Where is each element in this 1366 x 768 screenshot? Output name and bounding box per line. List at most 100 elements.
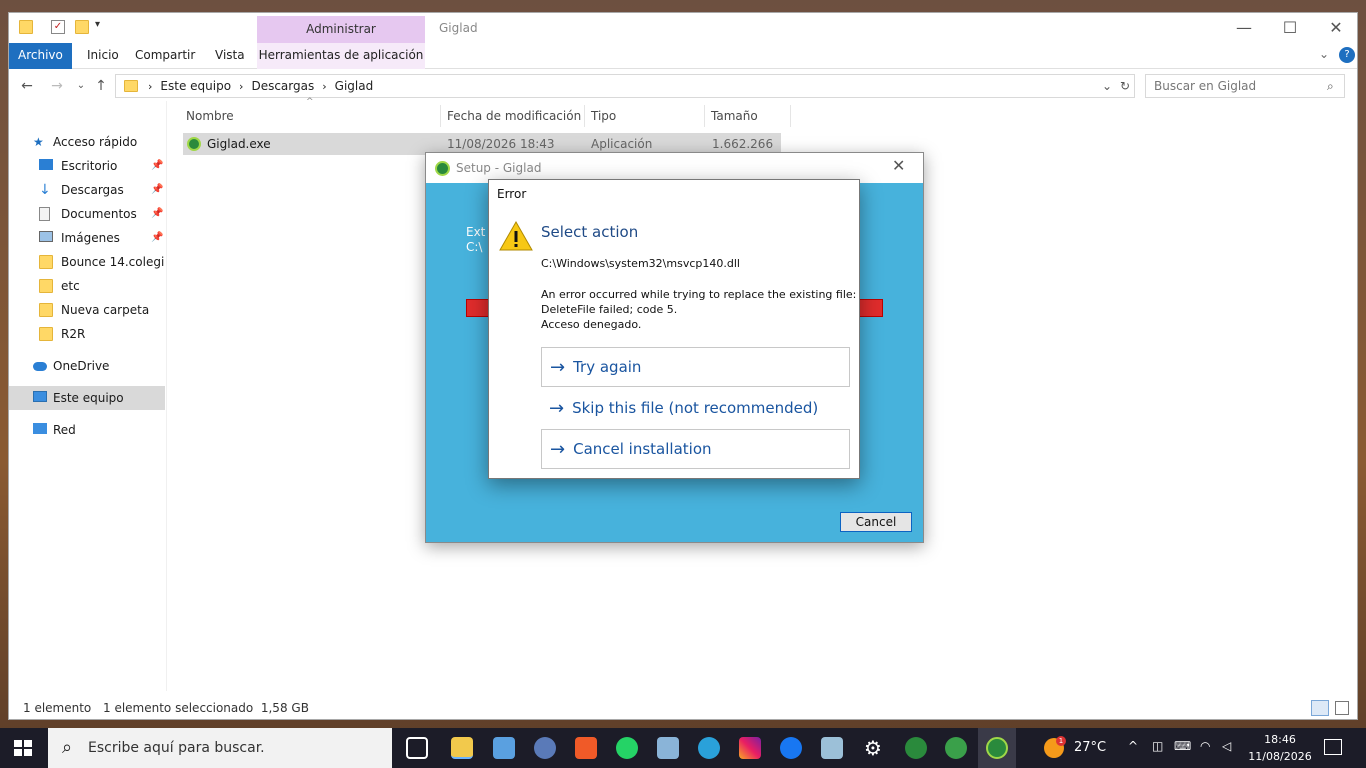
title-bar: ✓ ▾ Administrar Giglad — ☐ ✕: [9, 13, 1357, 43]
column-headers: Nombre ^ Fecha de modificación Tipo Tama…: [184, 97, 794, 127]
nav-item-r2r[interactable]: R2R: [39, 322, 195, 346]
tab-compartir[interactable]: Compartir: [121, 43, 209, 69]
file-explorer-icon[interactable]: [451, 737, 473, 759]
back-icon[interactable]: ←: [17, 76, 37, 96]
error-message: An error occurred while trying to replac…: [541, 288, 857, 331]
task-view-icon[interactable]: [406, 737, 428, 759]
app-icon[interactable]: [493, 737, 515, 759]
meet-icon[interactable]: ◫: [1152, 739, 1163, 753]
tiles-view-icon[interactable]: [1335, 701, 1349, 715]
whatsapp-icon[interactable]: [616, 737, 638, 759]
nav-item-bounce[interactable]: Bounce 14.colegiala: [39, 250, 165, 274]
tab-herramientas[interactable]: Herramientas de aplicación: [257, 43, 425, 69]
maximize-button[interactable]: ☐: [1267, 13, 1313, 43]
windows-start-icon[interactable]: [14, 740, 32, 756]
nav-item-imagenes[interactable]: Imágenes 📌: [39, 226, 195, 250]
error-dialog: Error Select action C:\Windows\system32\…: [488, 179, 860, 479]
tab-archivo[interactable]: Archivo: [9, 43, 72, 69]
magnifier-app-icon[interactable]: [657, 737, 679, 759]
setup-status: Ext C:\: [466, 225, 486, 254]
minimize-button[interactable]: —: [1221, 13, 1267, 43]
chevron-right-icon: ›: [148, 79, 153, 93]
telegram-icon[interactable]: [698, 737, 720, 759]
wifi-icon[interactable]: ◠: [1200, 739, 1210, 753]
nav-item-etc[interactable]: etc: [39, 274, 195, 298]
refresh-icon[interactable]: ↻: [1120, 79, 1130, 93]
search-input[interactable]: Buscar en Giglad: [1145, 74, 1345, 98]
clock[interactable]: 18:46 11/08/2026: [1248, 731, 1312, 765]
folder-icon: [124, 80, 138, 92]
forward-icon[interactable]: →: [47, 76, 67, 96]
document-icon: [39, 207, 50, 221]
computer-icon: [33, 391, 47, 402]
desktop-icon: [39, 159, 53, 170]
nav-item-red[interactable]: Red: [33, 418, 189, 442]
taskbar-search-input[interactable]: Escribe aquí para buscar.: [48, 728, 392, 768]
keyboard-icon[interactable]: ⌨: [1174, 739, 1191, 753]
giglad-setup-taskbar-icon[interactable]: [986, 737, 1008, 759]
chevron-right-icon: ›: [322, 79, 327, 93]
tab-vista[interactable]: Vista: [201, 43, 259, 69]
error-title: Error: [497, 187, 527, 201]
folder-icon: [39, 303, 53, 317]
app-icon[interactable]: [945, 737, 967, 759]
nav-item-descargas[interactable]: ↓ Descargas 📌: [39, 178, 195, 202]
notifications-icon[interactable]: [1324, 739, 1342, 755]
nav-item-documentos[interactable]: Documentos 📌: [39, 202, 195, 226]
column-tamano[interactable]: Tamaño: [711, 105, 791, 127]
details-view-icon[interactable]: [1311, 700, 1329, 716]
item-count: 1 elemento: [23, 701, 92, 715]
address-bar[interactable]: › Este equipo › Descargas › Giglad ⌄ ↻: [115, 74, 1135, 98]
navigation-pane: ★ Acceso rápido Escritorio 📌 ↓ Descargas 📌 D…: [9, 101, 167, 691]
error-heading: Select action: [541, 223, 639, 241]
cloud-icon: [33, 362, 47, 371]
chevron-up-icon[interactable]: ^: [1128, 739, 1138, 753]
breadcrumb-descargas[interactable]: Descargas: [251, 79, 314, 93]
new-folder-icon[interactable]: [75, 20, 89, 34]
breadcrumb-este-equipo[interactable]: Este equipo: [160, 79, 231, 93]
recent-icon[interactable]: ⌄: [71, 76, 91, 96]
qbittorrent-icon[interactable]: [534, 737, 556, 759]
address-row: ← → ⌄ ↑ › Este equipo › Descargas › Gigl…: [9, 71, 1357, 101]
facebook-icon[interactable]: [780, 737, 802, 759]
nav-item-nueva-carpeta[interactable]: Nueva carpeta: [39, 298, 195, 322]
expand-ribbon-icon[interactable]: ⌄: [1319, 47, 1329, 61]
settings-gear-icon[interactable]: ⚙: [862, 737, 884, 759]
pin-icon: 📌: [151, 184, 164, 195]
folder-icon: [19, 20, 33, 34]
try-again-button[interactable]: → Try again: [541, 347, 850, 387]
weather-badge: 1: [1056, 736, 1066, 746]
nav-item-onedrive[interactable]: OneDrive: [33, 354, 189, 378]
taskbar: Escribe aquí para buscar. ⌕ ⚙ 1 27°C ^ ◫…: [0, 728, 1366, 768]
pin-icon: 📌: [151, 160, 164, 171]
folder-icon: [39, 279, 53, 293]
properties-icon[interactable]: ✓: [51, 20, 65, 34]
nav-item-escritorio[interactable]: Escritorio 📌: [39, 154, 195, 178]
chevron-right-icon: ›: [239, 79, 244, 93]
cancel-button[interactable]: Cancel: [840, 512, 912, 532]
close-button[interactable]: ✕: [1313, 13, 1359, 43]
breadcrumb-giglad[interactable]: Giglad: [335, 79, 374, 93]
arrow-right-icon: →: [550, 438, 566, 460]
folder-icon: [39, 255, 53, 269]
brave-icon[interactable]: [575, 737, 597, 759]
nav-item-acceso-rapido[interactable]: ★ Acceso rápido: [33, 130, 189, 154]
temperature[interactable]: 27°C: [1074, 728, 1106, 768]
column-nombre[interactable]: Nombre: [186, 105, 441, 127]
up-icon[interactable]: ↑: [91, 76, 111, 96]
column-fecha[interactable]: Fecha de modificación: [447, 105, 585, 127]
help-icon[interactable]: ?: [1339, 47, 1355, 63]
chevron-down-icon[interactable]: ⌄: [1102, 79, 1112, 93]
volume-icon[interactable]: ◁: [1222, 739, 1231, 753]
context-tab-admin: Administrar: [257, 16, 425, 43]
setup-close-icon[interactable]: ✕: [892, 156, 905, 175]
instagram-icon[interactable]: [739, 737, 761, 759]
customize-quick-access-icon[interactable]: ▾: [95, 19, 100, 30]
arrow-right-icon: →: [549, 397, 565, 419]
column-tipo[interactable]: Tipo: [591, 105, 705, 127]
skip-file-button[interactable]: → Skip this file (not recommended): [541, 388, 850, 428]
notes-app-icon[interactable]: [821, 737, 843, 759]
giglad-app-icon[interactable]: [905, 737, 927, 759]
nav-item-este-equipo[interactable]: Este equipo: [9, 386, 165, 410]
cancel-installation-button[interactable]: → Cancel installation: [541, 429, 850, 469]
